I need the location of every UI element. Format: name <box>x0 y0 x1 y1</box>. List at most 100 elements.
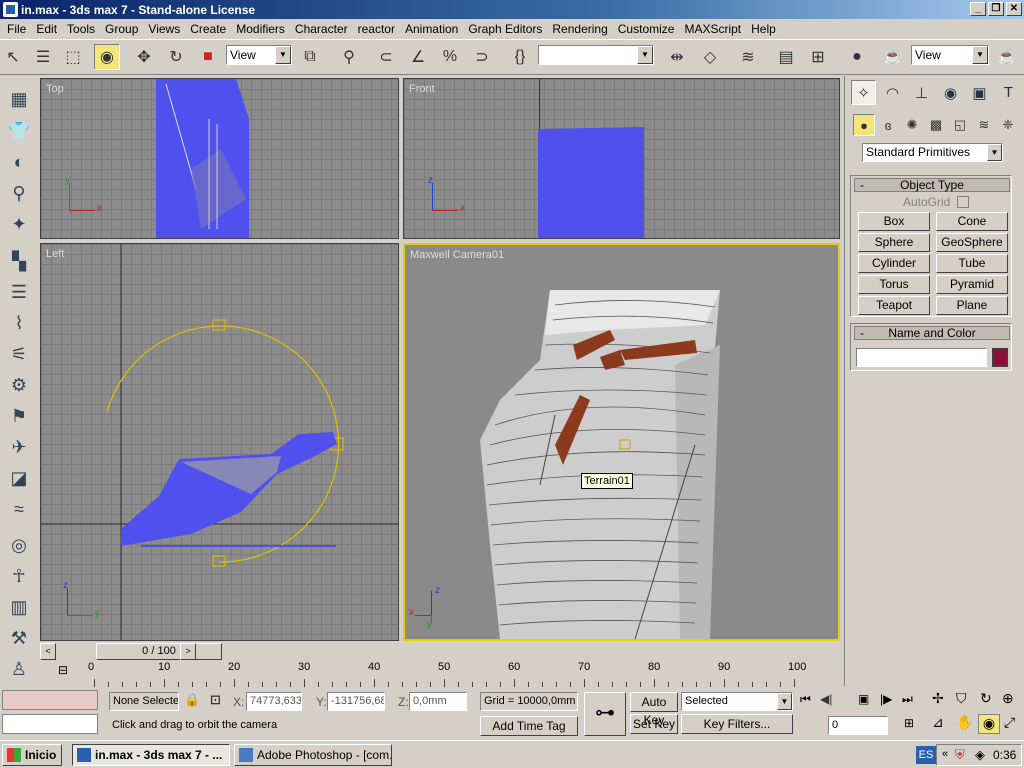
material-editor-icon[interactable]: ● <box>844 44 870 70</box>
shapes-icon[interactable]: ɞ <box>877 114 899 136</box>
language-indicator[interactable]: ES <box>916 746 936 764</box>
lights-icon[interactable]: ✺ <box>901 114 923 136</box>
percent-snap-icon[interactable]: % <box>437 44 463 70</box>
time-slider[interactable]: < 0 / 100 > <box>40 643 840 660</box>
move-icon[interactable]: ✥ <box>131 44 157 70</box>
field-of-view-icon[interactable]: ⊕ <box>1002 690 1014 707</box>
time-slider-thumb[interactable]: 0 / 100 <box>96 643 222 660</box>
menu-modifiers[interactable]: Modifiers <box>231 22 290 36</box>
roll-icon[interactable]: ⊿ <box>932 714 944 731</box>
checker-icon[interactable]: ▚ <box>6 248 32 274</box>
next-frame-icon[interactable]: |▶ <box>880 692 892 706</box>
orbit-camera-icon[interactable]: ◉ <box>978 714 1000 734</box>
viewport-front[interactable]: Front z x <box>403 78 840 239</box>
selection-region-icon[interactable]: ⬚ <box>60 44 86 70</box>
motion-tab-icon[interactable]: ◉ <box>938 80 963 105</box>
primitive-category-select[interactable]: Standard Primitives ▼ <box>862 143 1003 162</box>
layer-manager-icon[interactable]: ≋ <box>735 44 761 70</box>
box-primitive-icon[interactable]: ▦ <box>6 86 32 112</box>
utilities-tab-icon[interactable]: T <box>996 80 1021 105</box>
named-selection-set-select[interactable]: ▼ <box>538 45 654 65</box>
taskbar-item-photoshop[interactable]: Adobe Photoshop - [com... <box>234 744 392 766</box>
wave-icon[interactable]: ≈ <box>6 496 32 522</box>
display-tab-icon[interactable]: ▣ <box>967 80 992 105</box>
select-by-name-icon[interactable]: ☰ <box>30 44 56 70</box>
shield-icon[interactable]: ⛨ <box>955 747 965 763</box>
torus-button[interactable]: Torus <box>858 275 930 294</box>
space-warps-icon[interactable]: ≋ <box>973 114 995 136</box>
stack-icon[interactable]: ☰ <box>6 279 32 305</box>
modify-tab-icon[interactable]: ◠ <box>880 80 905 105</box>
expand-tray-icon[interactable]: « <box>942 748 948 760</box>
hammer-icon[interactable]: ⚒ <box>6 625 32 651</box>
align-icon[interactable]: ◇ <box>697 44 723 70</box>
object-type-header[interactable]: - Object Type <box>854 178 1010 192</box>
helpers-icon[interactable]: ◱ <box>949 114 971 136</box>
menu-create[interactable]: Create <box>185 22 231 36</box>
biped-icon[interactable]: ☥ <box>6 563 32 589</box>
menu-tools[interactable]: Tools <box>62 22 100 36</box>
object-color-swatch[interactable] <box>992 348 1008 367</box>
tube-button[interactable]: Tube <box>936 254 1008 273</box>
go-to-start-icon[interactable]: ⏮ <box>800 692 811 707</box>
sphere-icon[interactable]: ◐ <box>6 149 32 175</box>
orbit-icon[interactable]: ↻ <box>980 690 992 707</box>
viewport-left[interactable]: Left z y <box>40 243 399 641</box>
tube-icon[interactable]: ⌇ <box>6 310 32 336</box>
viewport-camera[interactable]: Maxwell Camera01 Terrain01 z x y <box>403 243 840 641</box>
set-key-button[interactable]: Set Key <box>630 714 678 734</box>
edit-named-selection-icon[interactable]: {} <box>507 44 533 70</box>
start-button[interactable]: Inicio <box>2 744 62 766</box>
volume-icon[interactable]: ◈ <box>975 747 985 763</box>
reference-coordinate-select[interactable]: View ▼ <box>226 45 292 65</box>
window-crossing-icon[interactable]: ◉ <box>94 44 120 70</box>
cone-button[interactable]: Cone <box>936 212 1008 231</box>
sphere-button[interactable]: Sphere <box>858 233 930 252</box>
torus-icon[interactable]: ◎ <box>6 532 32 558</box>
current-frame-field[interactable]: 0 <box>828 716 888 735</box>
menu-views[interactable]: Views <box>143 22 185 36</box>
close-button[interactable]: ✕ <box>1006 2 1022 16</box>
menu-character[interactable]: Character <box>290 22 353 36</box>
zoom-all-icon[interactable]: ⛉ <box>956 690 967 707</box>
menu-animation[interactable]: Animation <box>400 22 463 36</box>
menu-rendering[interactable]: Rendering <box>547 22 612 36</box>
x-coordinate-field[interactable]: 74773,633 <box>246 692 302 711</box>
next-frame-icon[interactable]: > <box>180 643 196 660</box>
menu-reactor[interactable]: reactor <box>353 22 400 36</box>
object-name-field[interactable] <box>856 348 987 367</box>
figure-icon[interactable]: ♙ <box>6 656 32 682</box>
name-color-header[interactable]: - Name and Color <box>854 326 1010 340</box>
angle-snap-icon[interactable]: ∠ <box>405 44 431 70</box>
track-bar[interactable]: ⊟ 0 10 20 30 40 50 60 70 80 90 100 <box>40 661 840 687</box>
panel-icon[interactable]: ▥ <box>6 594 32 620</box>
cylinder-button[interactable]: Cylinder <box>858 254 930 273</box>
zoom-icon[interactable]: ✢ <box>932 690 944 707</box>
scale-icon[interactable]: ■ <box>195 44 221 70</box>
helper-icon[interactable]: ⚲ <box>6 180 32 206</box>
key-icon[interactable]: ⊶ <box>584 692 626 736</box>
autogrid-checkbox[interactable] <box>957 196 969 208</box>
auto-key-button[interactable]: Auto Key <box>630 692 678 727</box>
menu-help[interactable]: Help <box>746 22 781 36</box>
teapot-button[interactable]: Teapot <box>858 296 930 315</box>
taskbar-item-3dsmax[interactable]: in.max - 3ds max 7 - ... <box>72 744 230 766</box>
geometry-icon[interactable]: ● <box>853 114 875 136</box>
star-icon[interactable]: ✦ <box>6 211 32 237</box>
menu-file[interactable]: File <box>2 22 31 36</box>
box-button[interactable]: Box <box>858 212 930 231</box>
menu-edit[interactable]: Edit <box>31 22 62 36</box>
key-mode-icon[interactable]: ⊞ <box>904 716 914 730</box>
cameras-icon[interactable]: ▩ <box>925 114 947 136</box>
plane-icon[interactable]: ✈ <box>6 434 32 460</box>
hierarchy-tab-icon[interactable]: ⊥ <box>909 80 934 105</box>
curve-editor-mini-icon[interactable]: ⊟ <box>52 663 74 683</box>
pyramid-button[interactable]: Pyramid <box>936 275 1008 294</box>
plane-button[interactable]: Plane <box>936 296 1008 315</box>
schematic-view-icon[interactable]: ⊞ <box>805 44 831 70</box>
mirror-icon[interactable]: ⇹ <box>664 44 690 70</box>
gear-icon[interactable]: ⚙ <box>6 372 32 398</box>
select-icon[interactable]: ↖ <box>0 44 26 70</box>
z-coordinate-field[interactable]: 0,0mm <box>409 692 467 711</box>
previous-frame-icon[interactable]: ◀| <box>820 692 832 706</box>
